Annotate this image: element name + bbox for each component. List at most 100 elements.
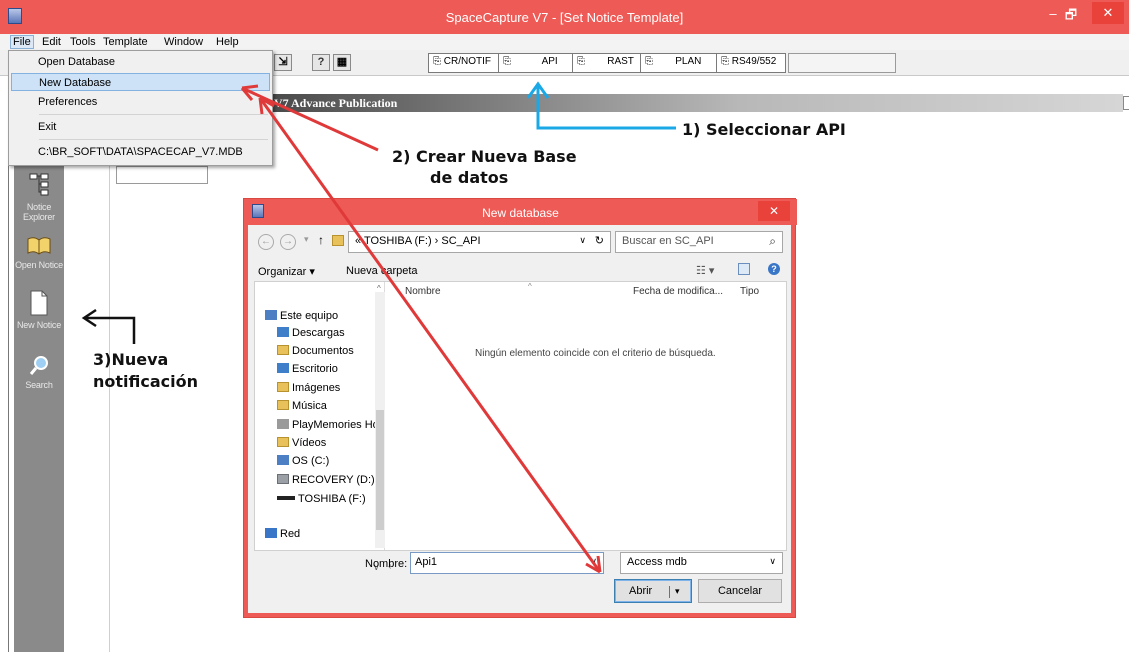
back-icon[interactable]: ←: [258, 234, 274, 250]
menu-item-preferences[interactable]: Preferences: [11, 93, 270, 111]
file-menu-dropdown: Open Database New Database Preferences E…: [8, 50, 273, 166]
tree-label: TOSHIBA (F:): [298, 493, 366, 505]
menu-file[interactable]: File: [10, 35, 34, 49]
dialog-close-button[interactable]: ✕: [758, 201, 790, 221]
dialog-title: New database: [482, 206, 559, 220]
forward-icon[interactable]: →: [280, 234, 296, 250]
menu-tools[interactable]: Tools: [70, 36, 96, 48]
desktop-icon: [277, 363, 289, 373]
column-date-modified[interactable]: Fecha de modifica...: [633, 286, 723, 297]
help-icon[interactable]: ?: [312, 54, 330, 71]
calculator-icon[interactable]: ▦: [333, 54, 351, 71]
tree-label: Descargas: [292, 327, 345, 339]
download-folder-icon: [277, 327, 289, 337]
cancel-button[interactable]: Cancelar: [698, 579, 782, 603]
annotation-step3-line2: notificación: [93, 372, 199, 391]
tree-item-downloads[interactable]: Descargas: [277, 327, 345, 339]
sidebar-label-open-notice: Open Notice: [15, 260, 63, 270]
notice-field[interactable]: [116, 166, 208, 184]
filename-value: Api1: [415, 556, 438, 568]
tab-api-label: API: [541, 56, 558, 67]
tree-item-music[interactable]: Música: [277, 400, 327, 412]
section-header-edge: [1123, 96, 1129, 110]
file-type-select[interactable]: Access mdb ∨: [620, 552, 783, 574]
tab-cr-notif[interactable]: ⎘ CR/NOTIF: [433, 56, 491, 67]
tree-item-this-pc[interactable]: Este equipo: [265, 310, 338, 322]
sidebar-item-new-notice[interactable]: New Notice: [14, 290, 64, 330]
close-button[interactable]: ✕: [1092, 2, 1124, 24]
new-database-dialog: New database ✕ ← → ▾ ↑ « TOSHIBA (F:) › …: [243, 198, 797, 618]
network-icon: [265, 528, 277, 538]
tree-icon: [29, 173, 49, 196]
menu-separator: [39, 114, 268, 115]
tree-label: Vídeos: [292, 437, 327, 449]
menu-template[interactable]: Template: [103, 36, 148, 48]
drive-icon: [277, 474, 289, 484]
tree-label: Imágenes: [292, 382, 341, 394]
address-bar[interactable]: « TOSHIBA (F:) › SC_API ∨ ↻: [348, 231, 611, 253]
address-dropdown-icon[interactable]: ∨: [579, 235, 586, 246]
annotation-step2-line1: 2) Crear Nueva Base: [392, 147, 577, 166]
menu-edit[interactable]: Edit: [42, 36, 61, 48]
dialog-title-bar: New database ✕: [244, 199, 797, 225]
search-input[interactable]: Buscar en SC_API ⌕: [615, 231, 783, 253]
sidebar-item-notice-explorer[interactable]: Notice Explorer: [14, 172, 64, 222]
tree-item-documents[interactable]: Documentos: [277, 345, 354, 357]
menu-item-exit[interactable]: Exit: [11, 118, 270, 136]
tree-item-network[interactable]: Red: [265, 528, 300, 540]
nav-scrollbar-thumb[interactable]: [376, 410, 384, 530]
tree-item-toshiba-f[interactable]: TOSHIBA (F:): [277, 493, 366, 505]
search-icon: [29, 356, 48, 375]
tree-item-desktop[interactable]: Escritorio: [277, 363, 338, 375]
window-title: SpaceCapture V7 - [Set Notice Template]: [445, 10, 684, 25]
maximize-button[interactable]: 🗗: [1063, 6, 1079, 28]
computer-icon: [265, 310, 277, 320]
file-type-dropdown-icon[interactable]: ∨: [769, 556, 776, 567]
view-options-icon[interactable]: ☷ ▾: [696, 264, 714, 277]
tree-item-pictures[interactable]: Imágenes: [277, 382, 340, 394]
open-button[interactable]: Abrir ▾: [614, 579, 692, 603]
tab-rs49[interactable]: ⎘ RS49/552: [721, 56, 776, 67]
tab-plan[interactable]: ⎘ PLAN: [645, 56, 701, 67]
tree-item-videos[interactable]: Vídeos: [277, 437, 326, 449]
minimize-button[interactable]: –: [1045, 6, 1061, 21]
filename-label: Nombre:: [365, 558, 408, 570]
tab-rast[interactable]: ⎘ RAST: [577, 56, 634, 67]
up-icon[interactable]: ↑: [318, 233, 324, 247]
preview-pane-icon[interactable]: [738, 263, 750, 275]
toolbar-empty-box: [788, 53, 896, 73]
panel-divider: [109, 150, 110, 652]
tree-item-recovery-d[interactable]: RECOVERY (D:): [277, 474, 375, 486]
menu-window[interactable]: Window: [164, 36, 203, 48]
recent-chevron-icon[interactable]: ▾: [304, 234, 309, 245]
menu-item-new-database[interactable]: New Database: [11, 73, 270, 91]
tree-item-os-c[interactable]: OS (C:): [277, 455, 329, 467]
sidebar-item-open-notice[interactable]: Open Notice: [14, 234, 64, 270]
tree-item-playmemories[interactable]: PlayMemories Ho: [277, 419, 379, 431]
column-type[interactable]: Tipo: [740, 286, 759, 297]
address-row: ← → ▾ ↑ « TOSHIBA (F:) › SC_API ∨ ↻ Busc…: [250, 229, 791, 253]
windows-drive-icon: [277, 455, 289, 465]
menu-help[interactable]: Help: [216, 36, 239, 48]
help-icon[interactable]: ?: [768, 263, 780, 275]
sidebar-label-new-notice: New Notice: [16, 320, 61, 330]
tab-plan-label: PLAN: [675, 56, 702, 67]
nav-scrollbar[interactable]: [375, 292, 385, 548]
organize-button[interactable]: Organizar ▾: [258, 265, 315, 278]
search-icon: ⌕: [769, 234, 776, 248]
filename-input[interactable]: Api1 ∨: [410, 552, 604, 574]
tab-api[interactable]: ⎘ API: [503, 56, 558, 67]
open-dropdown-icon[interactable]: ▾: [675, 580, 680, 602]
export-icon[interactable]: ⇲: [274, 54, 292, 71]
refresh-icon[interactable]: ↻: [595, 234, 604, 247]
menu-item-recent-file[interactable]: C:\BR_SOFT\DATA\SPACECAP_V7.MDB: [11, 143, 270, 161]
new-folder-button[interactable]: Nueva carpeta: [346, 265, 418, 277]
sidebar-item-search[interactable]: Search: [14, 354, 64, 390]
column-name[interactable]: Nombre: [405, 286, 441, 297]
title-bar: SpaceCapture V7 - [Set Notice Template] …: [0, 0, 1129, 34]
videos-icon: [277, 437, 289, 447]
annotation-step1: 1) Seleccionar API: [682, 120, 846, 139]
tree-label: Escritorio: [292, 363, 338, 375]
menu-item-open-database[interactable]: Open Database: [11, 53, 270, 71]
filename-dropdown-icon[interactable]: ∨: [590, 556, 597, 567]
